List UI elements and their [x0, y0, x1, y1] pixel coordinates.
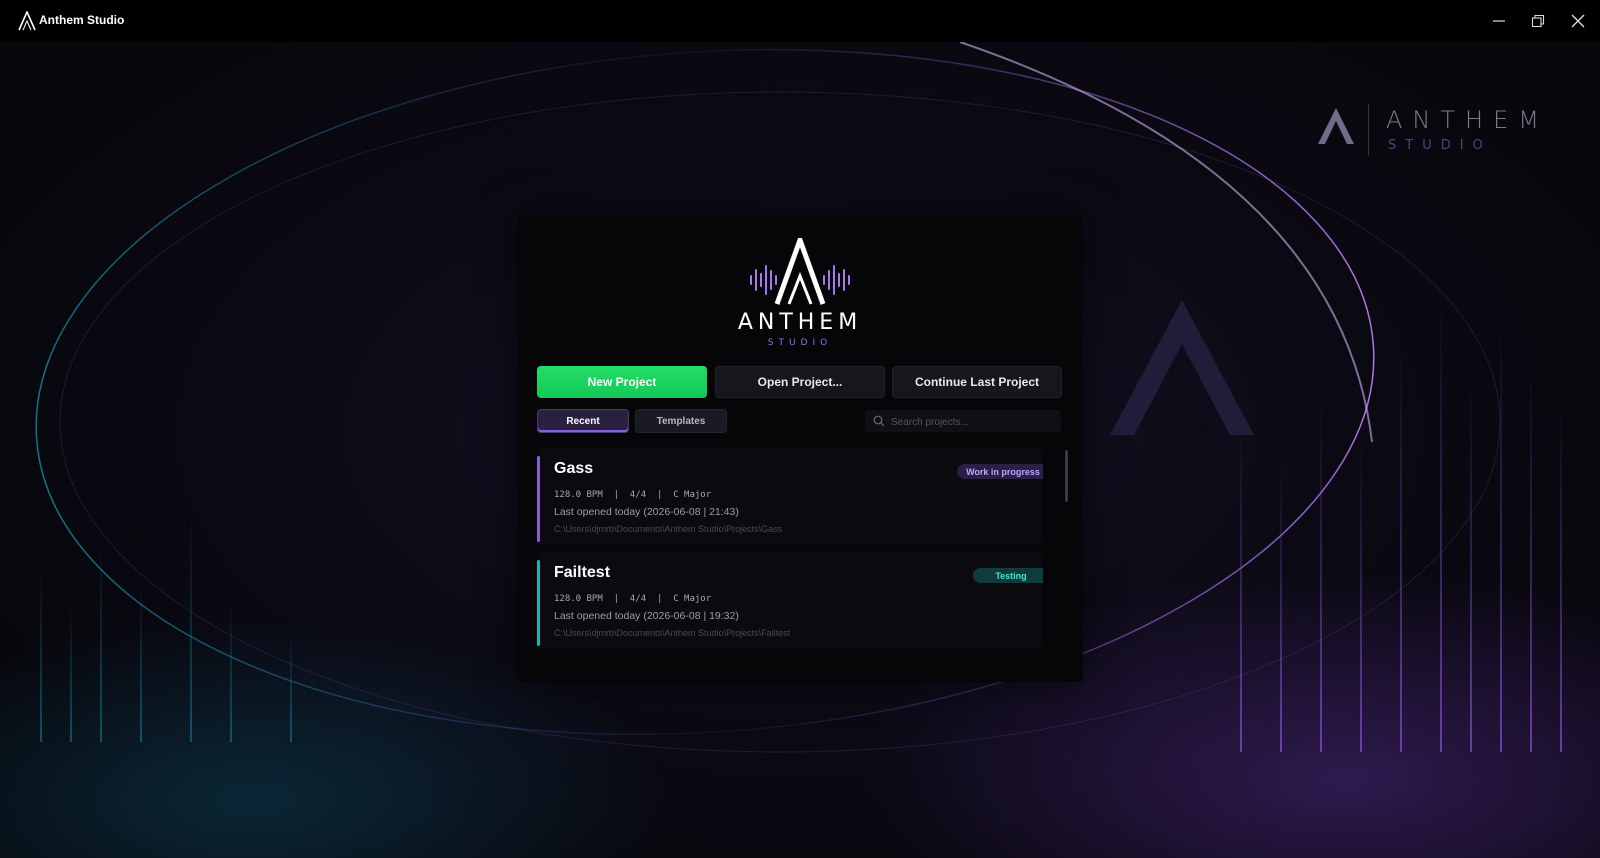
project-name: Failtest — [554, 564, 611, 581]
start-panel: ANTHEM STUDIO New Project Open Project..… — [517, 216, 1083, 682]
corner-brand: ANTHEM STUDIO — [1316, 104, 1556, 156]
project-last-opened: Last opened today (2026-06-08 | 21:43) — [554, 506, 739, 518]
corner-brand-sub: STUDIO — [1388, 138, 1492, 153]
search-box — [865, 410, 1061, 432]
anthem-logo-icon — [1318, 108, 1354, 144]
logo-subtitle: STUDIO — [767, 338, 833, 348]
anthem-studio-logo: ANTHEM STUDIO — [737, 238, 863, 350]
recent-projects-list: Gass Work in progress 128.0 BPM | 4/4 | … — [537, 448, 1043, 658]
corner-brand-divider — [1368, 104, 1369, 156]
close-button[interactable] — [1564, 8, 1592, 34]
list-scrollbar[interactable] — [1065, 450, 1068, 502]
project-path: C:\Users\djmrb\Documents\Anthem Studio\P… — [554, 628, 791, 638]
status-badge: Work in progress — [957, 464, 1043, 479]
project-card-failtest[interactable]: Failtest Testing 128.0 BPM | 4/4 | C Maj… — [537, 552, 1043, 648]
project-name: Gass — [554, 460, 594, 477]
tab-recent[interactable]: Recent — [537, 409, 629, 433]
continue-last-project-button[interactable]: Continue Last Project — [892, 366, 1062, 398]
project-card-gass[interactable]: Gass Work in progress 128.0 BPM | 4/4 | … — [537, 448, 1043, 544]
minimize-button[interactable] — [1485, 8, 1513, 34]
project-accent-bar — [537, 560, 540, 646]
status-badge: Testing — [973, 568, 1043, 583]
app-logo-icon — [18, 11, 36, 31]
corner-brand-name: ANTHEM — [1386, 106, 1549, 134]
project-last-opened: Last opened today (2026-06-08 | 19:32) — [554, 610, 739, 622]
waveform-logo-icon — [750, 238, 850, 305]
open-project-button[interactable]: Open Project... — [715, 366, 885, 398]
restore-icon — [1531, 14, 1545, 28]
close-icon — [1571, 14, 1585, 28]
logo-wordmark: ANTHEM — [737, 310, 863, 335]
title-bar: Anthem Studio — [0, 0, 1600, 42]
tab-templates[interactable]: Templates — [635, 409, 727, 433]
restore-button[interactable] — [1524, 8, 1552, 34]
project-meta: 128.0 BPM | 4/4 | C Major — [554, 594, 712, 604]
window-title: Anthem Studio — [39, 13, 125, 27]
project-path: C:\Users\djmrb\Documents\Anthem Studio\P… — [554, 524, 783, 534]
app-window: ANTHEM STUDIO Anthem Studio ANTHEM STUDI… — [0, 0, 1600, 858]
new-project-button[interactable]: New Project — [537, 366, 707, 398]
project-meta: 128.0 BPM | 4/4 | C Major — [554, 490, 712, 500]
search-input[interactable] — [889, 412, 1059, 432]
search-icon — [873, 415, 885, 427]
project-accent-bar — [537, 456, 540, 542]
minimize-icon — [1493, 20, 1505, 22]
